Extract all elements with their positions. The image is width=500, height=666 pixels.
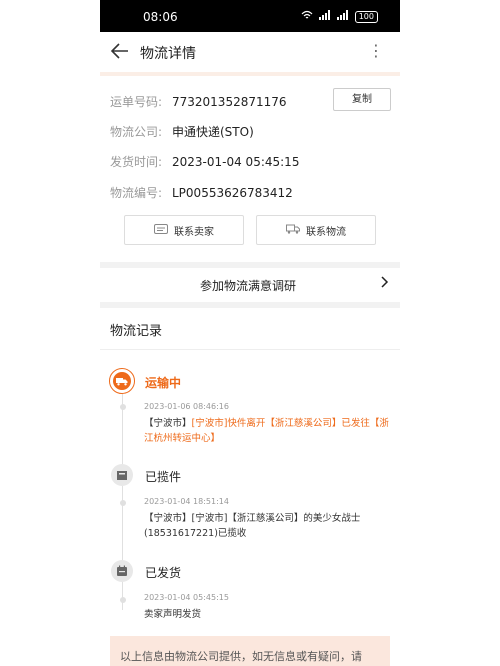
record-description: 【宁波市】[宁波市]快件离开【浙江慈溪公司】已发往【浙江杭州转运中心】 (144, 416, 389, 446)
contact-logistics-button[interactable]: 联系物流 (256, 215, 376, 245)
status-icons: 100 (301, 10, 378, 23)
copy-button[interactable]: 复制 (333, 88, 391, 111)
notice-text: 以上信息由物流公司提供，如无信息或有疑问，请 (120, 650, 362, 663)
contact-seller-button[interactable]: 联系卖家 (124, 215, 244, 245)
contact-seller-label: 联系卖家 (174, 226, 214, 238)
record-desc-prefix: 【宁波市】 (144, 418, 192, 429)
timeline-dot (120, 500, 126, 506)
page-title: 物流详情 (140, 46, 196, 62)
package-icon (116, 466, 128, 485)
logistics-survey-row[interactable]: 参加物流满意调研 (100, 270, 400, 298)
signal-icon-2 (336, 10, 349, 23)
courier-company-row: 物流公司: 申通快递(STO) (110, 123, 254, 140)
info-value: 2023-01-04 05:45:15 (172, 155, 300, 169)
shipped-node (111, 560, 133, 582)
more-options-icon[interactable]: ⋮ (368, 42, 384, 60)
info-value: 申通快递(STO) (172, 125, 254, 139)
section-divider (100, 262, 400, 268)
record-description: 卖家声明发货 (144, 609, 202, 620)
header-bar: 物流详情 ⋮ (100, 32, 400, 72)
logistics-number-row: 物流编号: LP00553626783412 (110, 184, 293, 201)
info-value: LP00553626783412 (172, 186, 293, 200)
header-divider (100, 72, 400, 76)
survey-label: 参加物流满意调研 (200, 279, 297, 293)
timeline-dot (120, 404, 126, 410)
right-margin (400, 0, 500, 666)
phone-screen: 08:06 100 物流详情 ⋮ 运单号码: 773201352871176 复制… (100, 0, 400, 666)
delivery-truck-icon (113, 372, 131, 390)
calendar-icon (116, 562, 128, 581)
truck-icon (286, 224, 300, 237)
records-title-divider (100, 349, 400, 350)
status-collected: 已揽件 (145, 470, 182, 484)
record-timestamp: 2023-01-06 08:46:16 (144, 402, 229, 411)
chevron-right-icon (380, 275, 390, 293)
status-bar: 08:06 100 (100, 0, 400, 32)
info-label: 物流公司: (110, 125, 163, 139)
info-label: 物流编号: (110, 186, 163, 200)
status-in-transit: 运输中 (145, 376, 182, 390)
status-time: 08:06 (143, 10, 178, 24)
tracking-number-row: 运单号码: 773201352871176 (110, 93, 287, 110)
status-shipped: 已发货 (145, 566, 182, 580)
info-value: 773201352871176 (172, 95, 287, 109)
section-divider (100, 302, 400, 308)
left-margin (0, 0, 100, 666)
timeline-dot (120, 597, 126, 603)
record-timestamp: 2023-01-04 18:51:14 (144, 497, 229, 506)
record-description: 【宁波市】[宁波市]【浙江慈溪公司】的美少女战士(18531617221)已揽收 (144, 513, 361, 539)
in-transit-node (109, 368, 135, 394)
info-notice: 以上信息由物流公司提供，如无信息或有疑问，请 (110, 636, 390, 666)
info-label: 发货时间: (110, 155, 163, 169)
wifi-icon (301, 10, 313, 23)
signal-icon (318, 10, 331, 23)
collected-node (111, 464, 133, 486)
chat-icon (154, 223, 168, 237)
info-label: 运单号码: (110, 95, 163, 109)
contact-logistics-label: 联系物流 (306, 226, 346, 238)
ship-time-row: 发货时间: 2023-01-04 05:45:15 (110, 153, 299, 170)
back-arrow-icon[interactable] (108, 38, 134, 64)
battery-icon: 100 (354, 10, 378, 23)
record-timestamp: 2023-01-04 05:45:15 (144, 593, 229, 602)
records-title: 物流记录 (110, 324, 163, 339)
